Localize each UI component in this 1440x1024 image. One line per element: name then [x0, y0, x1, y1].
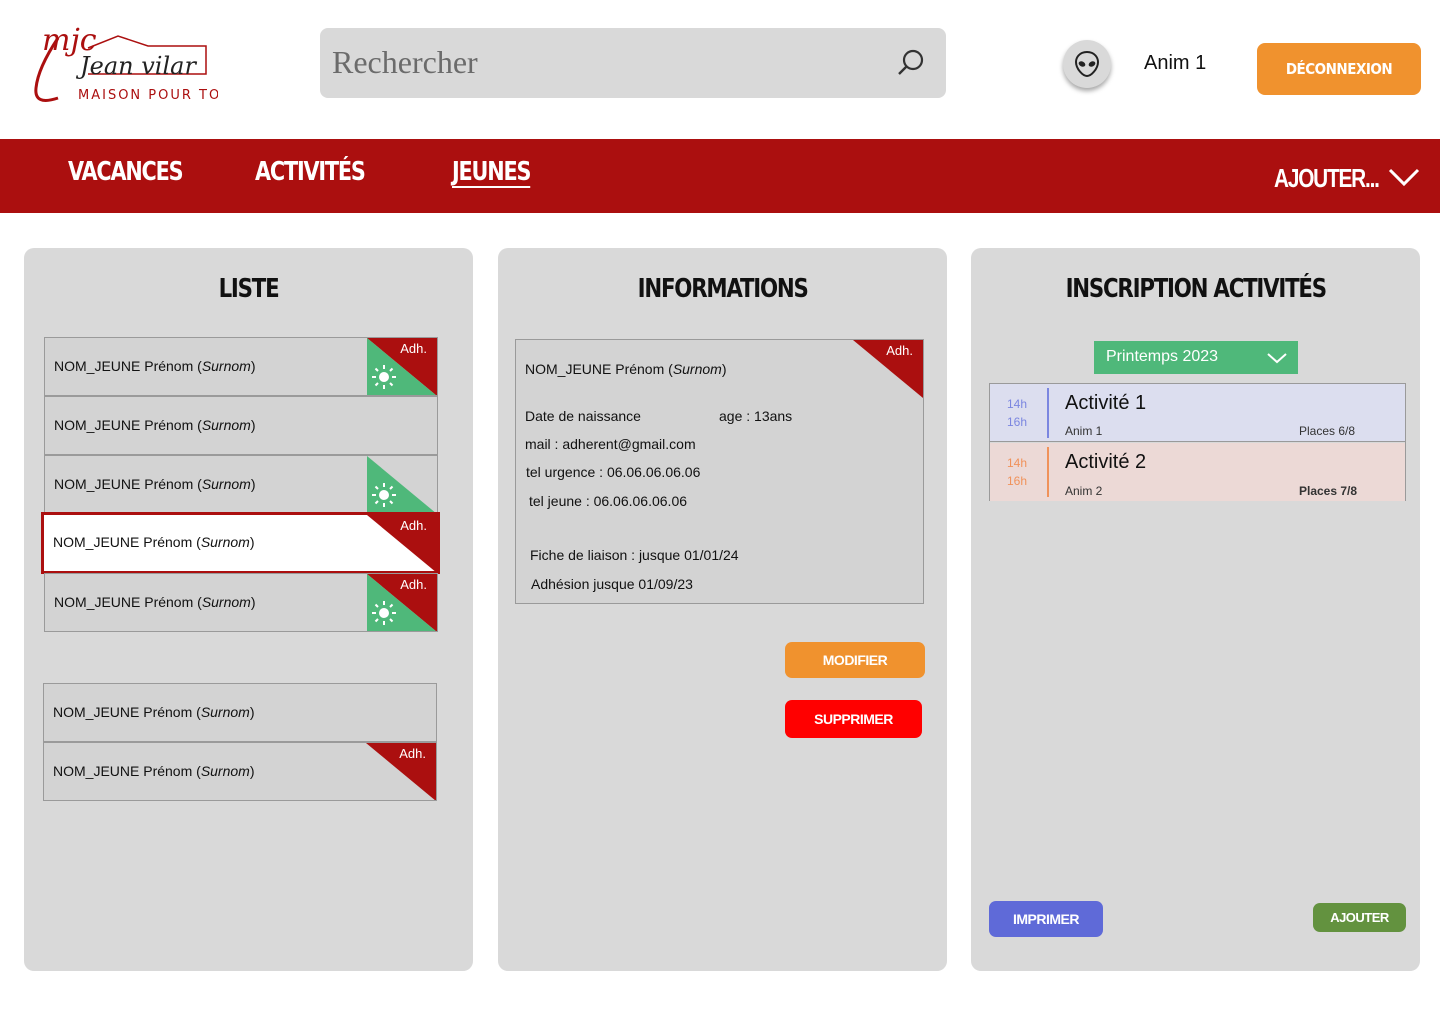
tel-urgence-value: tel urgence : 06.06.06.06.06: [526, 464, 701, 480]
activities-panel: INSCRIPTION ACTIVITÉS Printemps 2023 14h…: [971, 248, 1420, 971]
list-item-selected[interactable]: NOM_JEUNE Prénom (Surnom) Adh.: [41, 512, 440, 574]
fiche-liaison-value: Fiche de liaison : jusque 01/01/24: [530, 547, 739, 563]
list-item-name: NOM_JEUNE Prénom (Surnom): [54, 594, 256, 610]
adherent-badge: Adh.: [886, 343, 913, 358]
activity-item[interactable]: 14h 16h Activité 1 Anim 1 Places 6/8: [990, 384, 1405, 442]
activity-places: Places 7/8: [1299, 484, 1358, 498]
list-item-name: NOM_JEUNE Prénom (Surnom): [53, 534, 255, 550]
nav-item-vacances[interactable]: VACANCES: [68, 157, 184, 187]
list-item[interactable]: NOM_JEUNE Prénom (Surnom): [44, 396, 438, 455]
activity-anim: Anim 1: [1065, 424, 1103, 438]
mail-value: mail : adherent@gmail.com: [525, 436, 696, 452]
info-panel-title: INFORMATIONS: [637, 274, 809, 304]
adherent-badge: Adh.: [400, 518, 427, 533]
season-select-value: Printemps 2023: [1106, 348, 1219, 365]
alien-icon: [1074, 50, 1100, 78]
tel-jeune-value: tel jeune : 06.06.06.06.06: [529, 493, 688, 509]
delete-button[interactable]: SUPPRIMER: [785, 700, 922, 738]
user-name: Anim 1: [1144, 52, 1207, 74]
search-input[interactable]: Rechercher: [332, 44, 478, 81]
avatar[interactable]: [1063, 40, 1111, 88]
activity-color-bar: [1047, 447, 1049, 497]
logout-button[interactable]: DÉCONNEXION: [1257, 43, 1421, 95]
chevron-down-icon: [1267, 353, 1287, 364]
nav-item-jeunes[interactable]: JEUNES: [452, 157, 531, 187]
search-bar[interactable]: Rechercher: [320, 28, 946, 98]
activity-item[interactable]: 14h 16h Activité 2 Anim 2 Places 7/8: [990, 443, 1405, 501]
chevron-down-icon[interactable]: [1386, 165, 1422, 189]
logo-jean-vilar-text: Jean vilar: [75, 52, 197, 80]
search-icon[interactable]: [896, 48, 926, 78]
logo-subtitle-text: MAISON POUR TOUS: [78, 88, 218, 103]
list-item[interactable]: NOM_JEUNE Prénom (Surnom) Adh.: [43, 742, 437, 801]
activity-anim: Anim 2: [1065, 484, 1103, 498]
activity-time: 14h 16h: [1007, 456, 1028, 488]
print-button[interactable]: IMPRIMER: [989, 901, 1103, 937]
nav-add-menu[interactable]: AJOUTER...: [1274, 163, 1380, 194]
activity-list: 14h 16h Activité 1 Anim 1 Places 6/8 14h 1…: [989, 383, 1406, 501]
add-activity-button[interactable]: AJOUTER: [1313, 903, 1406, 932]
activity-name: Activité 2: [1065, 451, 1147, 473]
main-nav: VACANCES ACTIVITÉS JEUNES AJOUTER...: [0, 139, 1440, 213]
activities-panel-title: INSCRIPTION ACTIVITÉS: [1065, 274, 1327, 304]
adherent-badge: Adh.: [400, 577, 427, 592]
nav-item-activites[interactable]: ACTIVITÉS: [255, 157, 366, 187]
activity-name: Activité 1: [1065, 392, 1147, 414]
birth-date-label: Date de naissance: [525, 408, 641, 424]
sun-icon: [372, 365, 396, 389]
season-select[interactable]: Printemps 2023: [1094, 341, 1298, 374]
adherent-badge: Adh.: [399, 746, 426, 761]
info-name: NOM_JEUNE Prénom (Surnom): [525, 361, 727, 377]
list-item-name: NOM_JEUNE Prénom (Surnom): [54, 476, 256, 492]
list-item[interactable]: NOM_JEUNE Prénom (Surnom): [43, 683, 437, 742]
list-item-name: NOM_JEUNE Prénom (Surnom): [53, 704, 255, 720]
list-item-name: NOM_JEUNE Prénom (Surnom): [53, 763, 255, 779]
list-item[interactable]: NOM_JEUNE Prénom (Surnom): [44, 455, 438, 514]
info-card: NOM_JEUNE Prénom (Surnom) Adh. Date de n…: [515, 339, 924, 604]
info-panel: INFORMATIONS NOM_JEUNE Prénom (Surnom) A…: [498, 248, 947, 971]
mjc-logo[interactable]: mjc Jean vilar MAISON POUR TOUS: [18, 18, 241, 110]
adherent-badge: Adh.: [400, 341, 427, 356]
sun-icon: [372, 601, 396, 625]
list-panel-title: LISTE: [218, 274, 280, 304]
activity-color-bar: [1047, 388, 1049, 438]
list-item[interactable]: NOM_JEUNE Prénom (Surnom) Adh.: [44, 573, 438, 632]
modify-button[interactable]: MODIFIER: [785, 642, 925, 678]
list-item-name: NOM_JEUNE Prénom (Surnom): [54, 417, 256, 433]
list-item-name: NOM_JEUNE Prénom (Surnom): [54, 358, 256, 374]
sun-icon: [372, 483, 396, 507]
activity-places: Places 6/8: [1299, 424, 1356, 438]
activity-time: 14h 16h: [1007, 397, 1028, 429]
adhesion-value: Adhésion jusque 01/09/23: [531, 576, 693, 592]
age-value: age : 13ans: [719, 408, 793, 424]
list-item[interactable]: NOM_JEUNE Prénom (Surnom) Adh.: [44, 337, 438, 396]
list-panel: LISTE NOM_JEUNE Prénom (Surnom) Adh. NOM…: [24, 248, 473, 971]
